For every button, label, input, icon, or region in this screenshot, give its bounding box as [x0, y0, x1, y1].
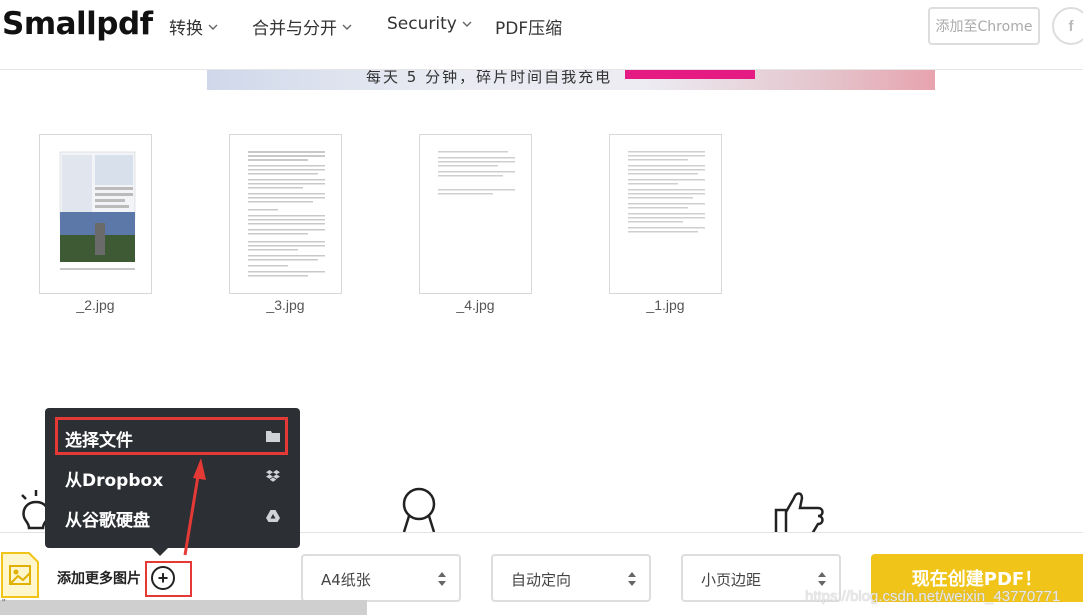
orientation-select[interactable]: 自动定向: [491, 554, 651, 602]
file-name: _3.jpg: [266, 297, 305, 313]
select-arrows-icon: [818, 572, 826, 586]
menu-item-label: 从谷歌硬盘: [65, 511, 150, 531]
file-name: _4.jpg: [456, 297, 495, 313]
file-thumbnail[interactable]: [419, 134, 532, 294]
menu-caret: [150, 546, 170, 556]
file-thumbnail[interactable]: [39, 134, 152, 294]
watermark-text: https://blog.csdn.net/weixin_43770771: [805, 588, 1061, 605]
select-arrows-icon: [438, 572, 446, 586]
add-to-chrome-button[interactable]: 添加至Chrome: [928, 7, 1040, 45]
menu-item-dropbox[interactable]: 从Dropbox: [45, 458, 300, 494]
page-preview-image: [59, 151, 136, 270]
page-preview-image: [438, 151, 515, 195]
margin-value: 小页边距: [701, 571, 762, 589]
award-ribbon-icon: [402, 487, 436, 533]
google-drive-icon: [266, 510, 280, 522]
orientation-value: 自动定向: [511, 571, 572, 589]
nav-merge-split[interactable]: 合并与分开: [252, 14, 353, 39]
facebook-button[interactable]: f: [1052, 7, 1083, 45]
page-size-select[interactable]: A4纸张: [301, 554, 461, 602]
nav-merge-split-label: 合并与分开: [252, 19, 337, 39]
image-file-icon: [1, 552, 39, 598]
top-header: Smallpdf 转换 合并与分开 Security PDF压缩 添加至Chro…: [0, 0, 1083, 70]
add-more-images-label[interactable]: 添加更多图片: [57, 568, 141, 588]
page-preview-image: [248, 151, 325, 277]
file-name: _1.jpg: [646, 297, 685, 313]
nav-compress[interactable]: PDF压缩: [495, 14, 562, 39]
menu-item-google-drive[interactable]: 从谷歌硬盘: [45, 498, 300, 534]
smallpdf-logo[interactable]: Smallpdf: [2, 6, 153, 42]
nav-security-label: Security: [387, 14, 457, 34]
annotation-highlight-box: [55, 417, 288, 455]
nav-compress-label: PDF压缩: [495, 19, 563, 39]
file-thumbnail[interactable]: [229, 134, 342, 294]
page-preview-image: [628, 151, 705, 233]
annotation-highlight-box: [145, 561, 192, 597]
chevron-down-icon: [208, 24, 218, 30]
file-name: _2.jpg: [76, 297, 115, 313]
nav-convert-label: 转换: [169, 19, 203, 39]
page-size-value: A4纸张: [321, 571, 371, 589]
nav-convert[interactable]: 转换: [169, 14, 219, 39]
status-text: ": [2, 598, 6, 609]
chevron-down-icon: [342, 24, 352, 30]
chevron-down-icon: [462, 21, 472, 27]
menu-item-label: 从Dropbox: [65, 471, 164, 491]
status-bar: [0, 600, 367, 615]
select-arrows-icon: [628, 572, 636, 586]
banner-accent-bar: [625, 70, 755, 79]
thumbs-up-icon: [774, 492, 824, 534]
file-thumbnail[interactable]: [609, 134, 722, 294]
nav-security[interactable]: Security: [387, 14, 473, 34]
dropbox-icon: [266, 470, 280, 482]
